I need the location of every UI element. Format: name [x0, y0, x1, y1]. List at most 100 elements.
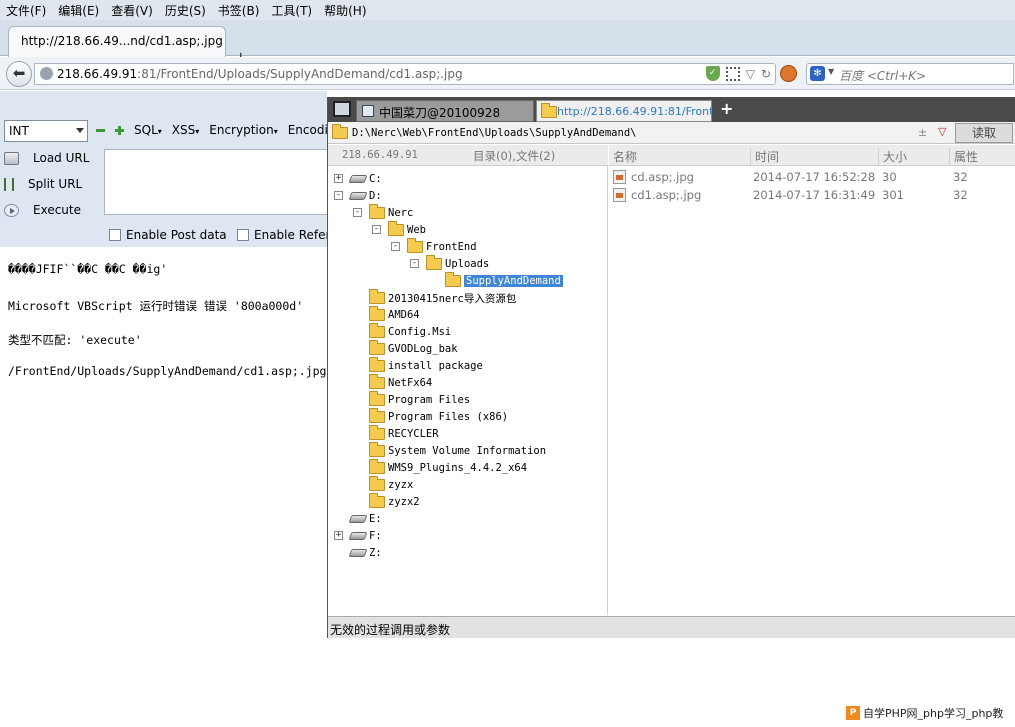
minus-icon[interactable] [96, 126, 105, 135]
collapse-icon[interactable]: - [410, 259, 419, 268]
expand-icon[interactable]: + [334, 174, 343, 183]
post-data-label: Enable Post data [126, 228, 227, 242]
col-size[interactable]: 大小 [878, 148, 907, 165]
search-bar[interactable]: ✻ ▼ 百度 <Ctrl+K> [806, 63, 1014, 85]
col-name[interactable]: 名称 [609, 148, 637, 165]
plus-icon[interactable] [115, 125, 124, 135]
split-url-icon [4, 177, 14, 191]
extension-icon[interactable] [780, 65, 797, 82]
url-bar[interactable]: 218.66.49.91:81/FrontEnd/Uploads/SupplyA… [34, 63, 776, 85]
post-data-checkbox[interactable]: Enable Post data [109, 228, 227, 242]
menu-file[interactable]: 文件(F) [6, 2, 46, 19]
plus-minus-icon[interactable]: ± [918, 126, 927, 139]
menu-edit[interactable]: 编辑(E) [58, 2, 99, 19]
tree-node[interactable]: + F: [334, 528, 382, 544]
tree-node[interactable]: GVODLog_bak [369, 340, 458, 357]
qr-code-icon[interactable] [725, 66, 740, 81]
caidao-tab-shell[interactable]: http://218.66.49.91:81/Front... [536, 100, 712, 122]
tree-node[interactable]: - FrontEnd [391, 238, 477, 255]
menu-help[interactable]: 帮助(H) [324, 2, 366, 19]
tree-node[interactable]: zyzx2 [369, 493, 420, 510]
tree-node[interactable]: Z: [348, 545, 382, 561]
tree-node[interactable]: NetFx64 [369, 374, 432, 391]
collapse-icon[interactable]: - [334, 191, 343, 200]
collapse-icon[interactable]: - [372, 225, 381, 234]
file-name: cd.asp;.jpg [631, 170, 694, 184]
tree-node[interactable]: System Volume Information [369, 442, 546, 459]
caidao-tab-home[interactable]: 中国菜刀@20100928 [356, 100, 534, 122]
hackbar-url-textarea[interactable] [104, 149, 327, 215]
menu-bookmarks[interactable]: 书签(B) [218, 2, 260, 19]
tree-node[interactable]: SupplyAndDemand [445, 272, 563, 289]
checkbox-box[interactable] [237, 229, 249, 241]
folder-icon [369, 408, 385, 423]
menu-history[interactable]: 历史(S) [165, 2, 206, 19]
tree-node[interactable]: E: [348, 511, 382, 527]
execute-button[interactable]: Execute [4, 203, 81, 217]
folder-icon [369, 391, 385, 406]
tree-node[interactable]: Program Files (x86) [369, 408, 509, 425]
back-button[interactable]: ⬅ [6, 61, 32, 87]
encryption-menu[interactable]: Encryption [209, 123, 277, 137]
folder-icon [369, 476, 385, 491]
folder-icon [369, 289, 385, 304]
int-select-value: INT [9, 124, 29, 138]
execute-icon [4, 203, 19, 217]
dropdown-arrow-icon[interactable]: ▽ [746, 67, 755, 81]
file-name: cd1.asp;.jpg [631, 188, 702, 202]
shield-icon[interactable]: ✓ [705, 66, 720, 81]
file-attr: 32 [953, 170, 968, 184]
load-url-icon [4, 151, 19, 165]
caidao-add-tab-button[interactable]: + [720, 99, 733, 118]
tree-node[interactable]: AMD64 [369, 306, 420, 323]
folder-icon [445, 272, 461, 287]
collapse-icon[interactable]: - [391, 242, 400, 251]
chevron-down-icon[interactable]: ▽ [938, 125, 946, 138]
tree-node[interactable]: WMS9_Plugins_4.4.2_x64 [369, 459, 528, 476]
globe-icon [40, 67, 53, 80]
file-row[interactable]: cd1.asp;.jpg 2014-07-17 16:31:49 301 32 [609, 186, 1015, 204]
tree-node[interactable]: RECYCLER [369, 425, 439, 442]
tree-node[interactable]: zyzx [369, 476, 413, 493]
menu-tools[interactable]: 工具(T) [271, 2, 312, 19]
read-button[interactable]: 读取 [955, 123, 1013, 143]
browser-tab[interactable]: http://218.66.49...nd/cd1.asp;.jpg [8, 26, 226, 57]
menu-view[interactable]: 查看(V) [111, 2, 153, 19]
folder-icon [332, 124, 348, 139]
folder-icon [388, 221, 404, 236]
tree-node-label: D: [369, 190, 382, 202]
tree-node[interactable]: - Web [372, 221, 426, 238]
reload-icon[interactable]: ↻ [761, 67, 771, 81]
collapse-icon[interactable]: - [353, 208, 362, 217]
expand-icon[interactable]: + [334, 531, 343, 540]
menu-bar: 文件(F) 编辑(E) 查看(V) 历史(S) 书签(B) 工具(T) 帮助(H… [0, 0, 1015, 20]
tree-node[interactable]: + C: [334, 171, 382, 187]
tree-node[interactable]: - Nerc [353, 204, 413, 221]
tree-node[interactable]: install package [369, 357, 483, 374]
split-url-button[interactable]: Split URL [4, 177, 82, 191]
folder-icon [369, 340, 385, 355]
watermark-text: 自学PHP网_php学习_php教 [863, 707, 1004, 720]
folder-icon [407, 238, 423, 253]
sql-menu[interactable]: SQL [134, 123, 162, 137]
checkbox-box[interactable] [109, 229, 121, 241]
tree-node[interactable]: - D: [334, 188, 382, 204]
tree-node[interactable]: Program Files [369, 391, 470, 408]
xss-menu[interactable]: XSS [172, 123, 199, 137]
col-time[interactable]: 时间 [750, 148, 779, 165]
directory-tree: 218.66.49.91 目录(0),文件(2) + C: - D: - Nerc - Web… [328, 145, 608, 615]
search-engine-dropdown-icon[interactable]: ▼ [828, 67, 834, 76]
load-url-button[interactable]: Load URL [4, 151, 89, 165]
dir-file-count: 目录(0),文件(2) [473, 149, 556, 163]
file-row[interactable]: cd.asp;.jpg 2014-07-17 16:52:28 30 32 [609, 168, 1015, 186]
tree-node-label: Program Files (x86) [388, 411, 509, 423]
baidu-paw-icon[interactable]: ✻ [810, 66, 825, 81]
tree-node[interactable]: 20130415nerc导入资源包 [369, 289, 516, 306]
int-select[interactable]: INT [4, 120, 88, 142]
panel-toggle-icon[interactable] [333, 101, 351, 117]
tree-node[interactable]: Config.Msi [369, 323, 451, 340]
tree-node-label: WMS9_Plugins_4.4.2_x64 [388, 462, 528, 474]
tree-node[interactable]: - Uploads [410, 255, 489, 272]
caidao-path-input[interactable]: D:\Nerc\Web\FrontEnd\Uploads\SupplyAndDe… [352, 127, 636, 139]
col-attr[interactable]: 属性 [949, 148, 978, 165]
